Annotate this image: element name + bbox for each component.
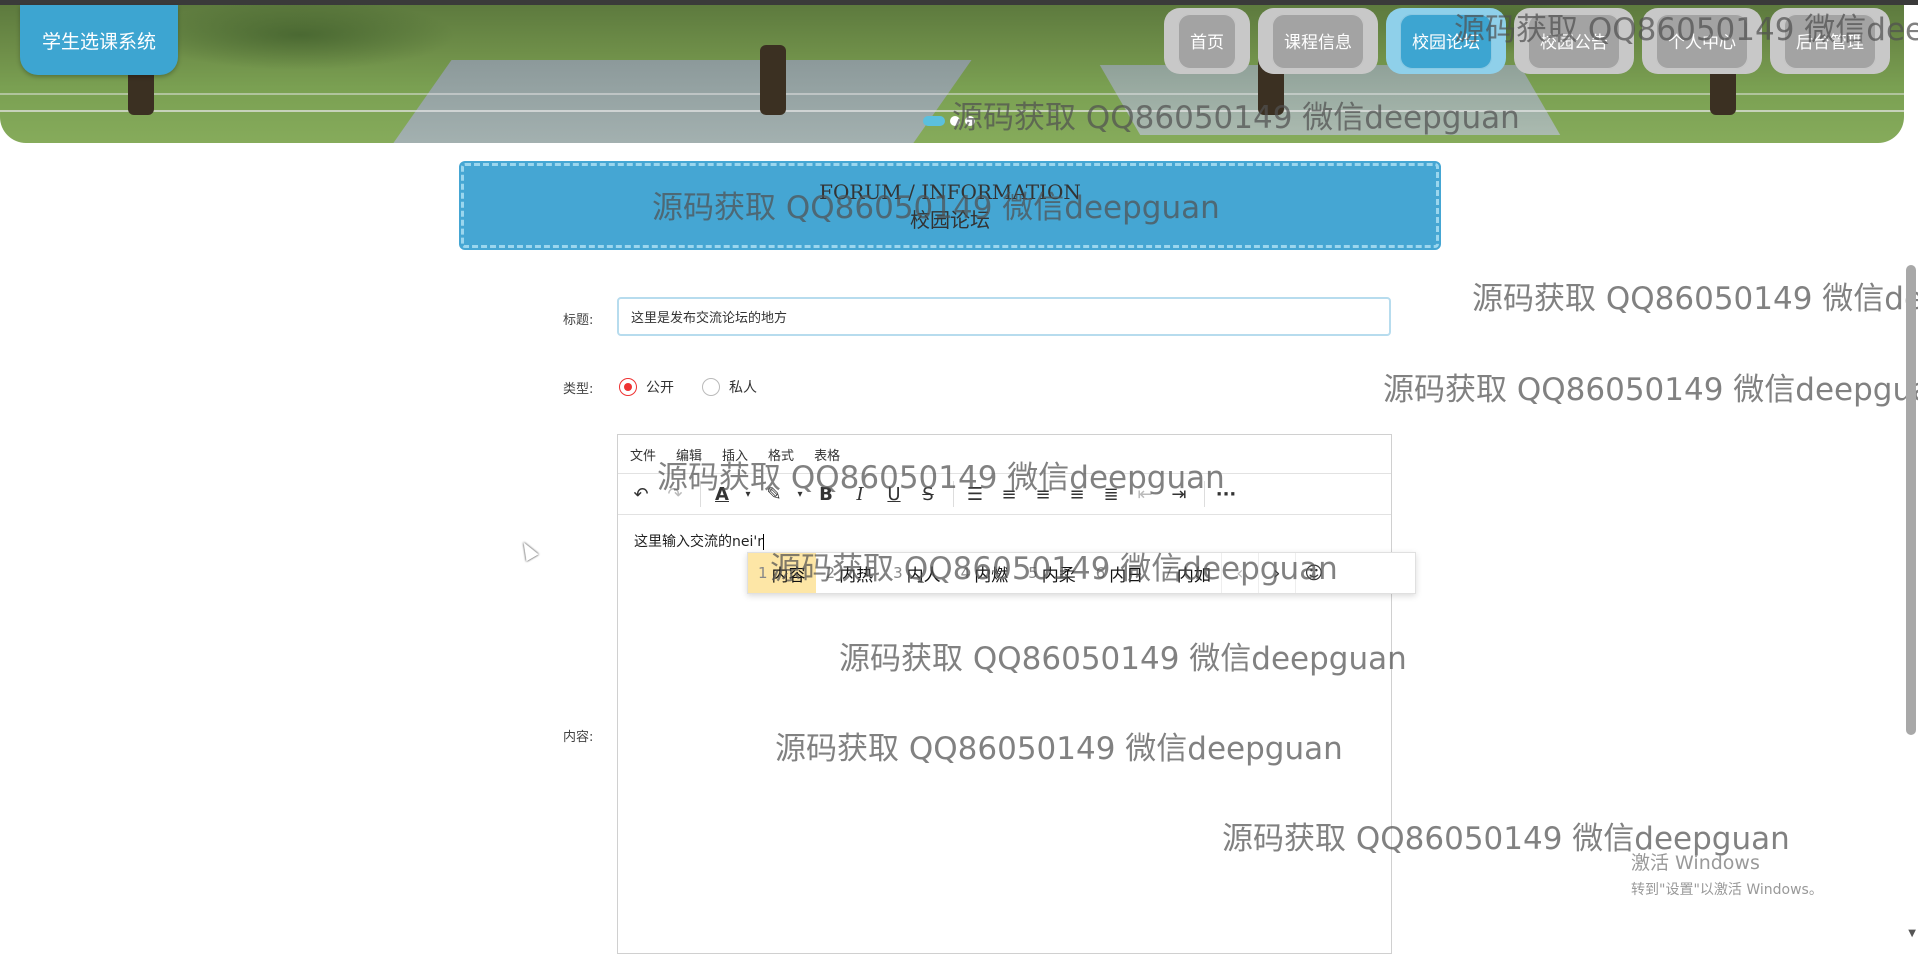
nav-label: 首页 <box>1178 14 1236 69</box>
watermark: 源码获取 QQ86050149 微信deepguan <box>839 641 1407 677</box>
type-option-label[interactable]: 私人 <box>729 377 757 397</box>
type-radio-private[interactable] <box>702 378 720 396</box>
activation-title: 激活 Windows <box>1631 852 1760 874</box>
text-caret <box>762 534 764 550</box>
brand-title: 学生选课系统 <box>41 30 156 53</box>
type-label: 类型: <box>563 382 594 397</box>
carousel-dot[interactable] <box>923 116 945 126</box>
rich-text-editor: 文件 编辑 插入 格式 表格 ↶ ↷ A ▾ ✎ ▾ B I U S ☰ ≡ ≡… <box>617 434 1392 954</box>
watermark: 源码获取 QQ86050149 微信deepguan <box>1454 12 1918 48</box>
nav-item-courses[interactable]: 课程信息 <box>1258 8 1378 74</box>
editor-text: 这里输入交流的nei'r <box>634 534 763 550</box>
watermark: 源码获取 QQ86050149 微信deepguan <box>775 731 1343 767</box>
content-label: 内容: <box>563 730 594 745</box>
nav-label: 课程信息 <box>1272 14 1364 69</box>
watermark: 源码获取 QQ86050149 微信deepguan <box>1383 372 1918 408</box>
banner-tree <box>760 45 786 115</box>
ime-candidate-number: 1 <box>758 564 768 582</box>
title-label: 标题: <box>563 313 594 328</box>
brand-logo[interactable]: 学生选课系统 <box>20 5 178 75</box>
undo-icon[interactable]: ↶ <box>626 479 656 509</box>
watermark: 源码获取 QQ86050149 微信deepguan <box>770 551 1338 587</box>
watermark: 源码获取 QQ86050149 微信deepguan <box>1472 281 1918 317</box>
watermark: 源码获取 QQ86050149 微信deepguan <box>657 460 1225 496</box>
windows-activation-notice: 激活 Windows 转到"设置"以激活 Windows。 <box>1631 848 1823 899</box>
mouse-pointer-icon <box>517 538 539 562</box>
type-option-label[interactable]: 公开 <box>646 377 674 397</box>
activation-subtitle: 转到"设置"以激活 Windows。 <box>1631 882 1823 898</box>
editor-content[interactable]: 这里输入交流的nei'r <box>634 531 764 551</box>
type-radio-public[interactable] <box>619 378 637 396</box>
type-radio-group: 公开 私人 <box>619 377 785 397</box>
banner-path <box>388 60 972 143</box>
menu-file[interactable]: 文件 <box>630 445 656 464</box>
scroll-down-arrow-icon[interactable]: ▼ <box>1908 928 1916 939</box>
title-input[interactable] <box>617 297 1391 336</box>
scrollbar-thumb[interactable] <box>1906 265 1916 735</box>
nav-item-home[interactable]: 首页 <box>1164 8 1250 74</box>
watermark: 源码获取 QQ86050149 微信deepguan <box>952 100 1520 136</box>
watermark: 源码获取 QQ86050149 微信deepguan <box>652 190 1220 226</box>
